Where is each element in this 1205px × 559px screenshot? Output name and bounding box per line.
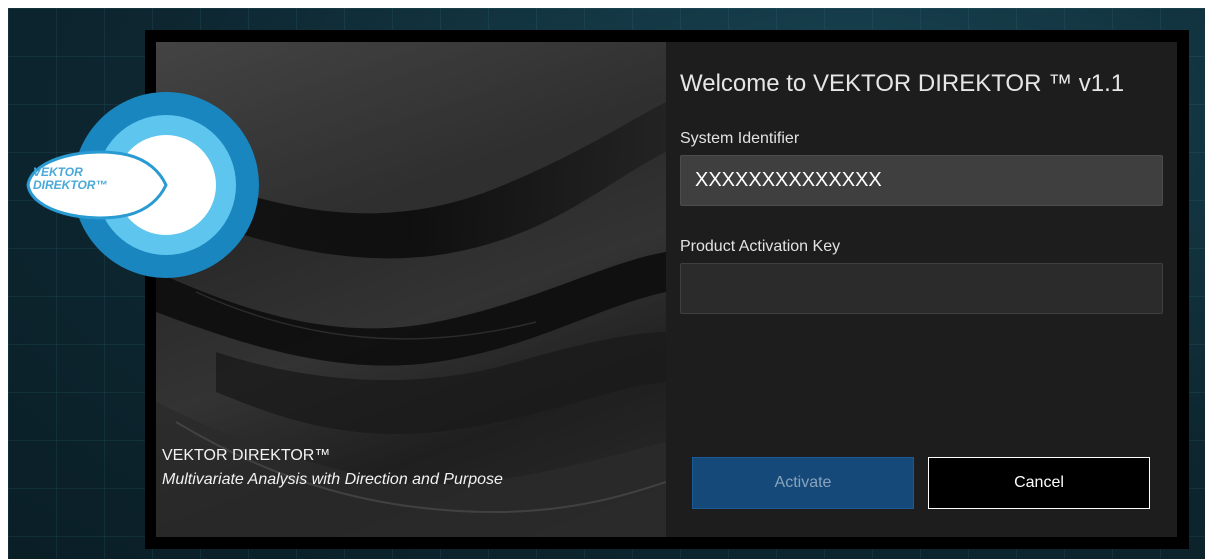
activation-key-label: Product Activation Key	[680, 238, 841, 255]
product-tagline: Multivariate Analysis with Direction and…	[162, 471, 503, 488]
logo-line-2: DIREKTOR™	[33, 178, 108, 192]
activation-key-field[interactable]	[680, 263, 1163, 314]
logo-wordmark: VEKTOR DIREKTOR™	[33, 166, 107, 192]
system-identifier-label: System Identifier	[680, 130, 800, 147]
activation-dialog: VEKTOR DIREKTOR™ Multivariate Analysis w…	[145, 30, 1189, 549]
activate-button[interactable]: Activate	[692, 457, 914, 509]
cancel-button[interactable]: Cancel	[928, 457, 1150, 509]
welcome-title: Welcome to VEKTOR DIREKTOR ™ v1.1	[680, 70, 1125, 97]
system-identifier-field[interactable]	[680, 155, 1163, 206]
activation-form-panel: Welcome to VEKTOR DIREKTOR ™ v1.1 System…	[666, 42, 1177, 537]
product-name: VEKTOR DIREKTOR™	[162, 447, 331, 464]
